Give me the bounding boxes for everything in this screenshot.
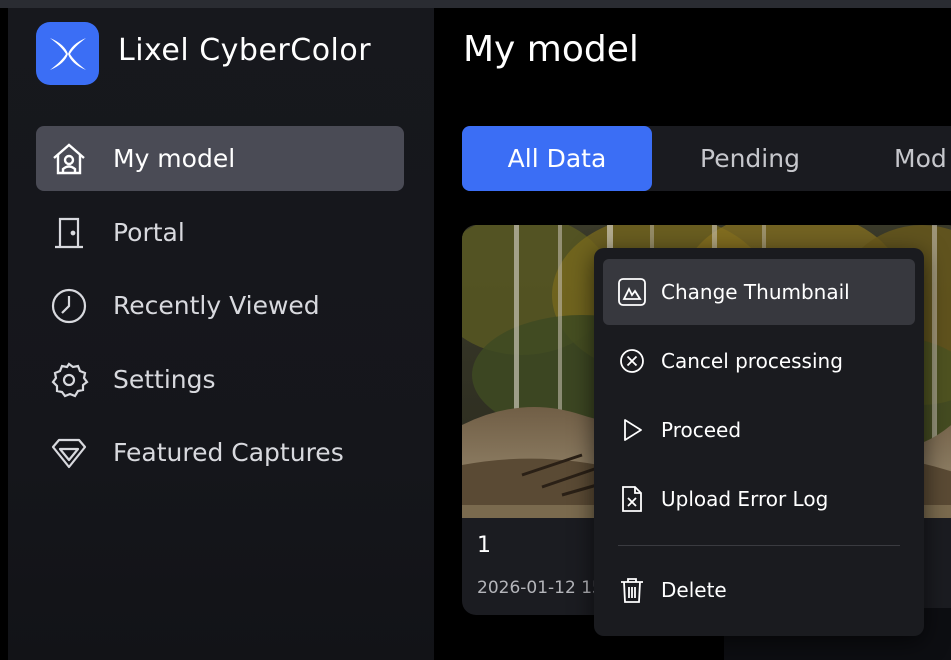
menu-item-label: Change Thumbnail <box>661 280 850 304</box>
image-icon <box>617 277 647 307</box>
menu-item-label: Cancel processing <box>661 349 843 373</box>
menu-item-label: Proceed <box>661 418 742 442</box>
sidebar-item-label: Recently Viewed <box>113 291 320 320</box>
tab-all-data[interactable]: All Data <box>462 126 652 191</box>
sidebar-item-recently-viewed[interactable]: Recently Viewed <box>36 273 404 338</box>
menu-item-upload-error-log[interactable]: Upload Error Log <box>603 466 915 532</box>
diamond-icon <box>49 433 89 473</box>
home-icon <box>49 139 89 179</box>
window-top-bar <box>0 0 951 8</box>
menu-item-cancel-processing[interactable]: Cancel processing <box>603 328 915 394</box>
menu-item-delete[interactable]: Delete <box>603 557 915 623</box>
sidebar-item-label: Settings <box>113 365 216 394</box>
sidebar-item-label: Portal <box>113 218 185 247</box>
sidebar-item-featured-captures[interactable]: Featured Captures <box>36 420 404 485</box>
menu-divider <box>618 545 900 546</box>
logo-icon <box>49 37 86 70</box>
app-logo <box>36 22 99 85</box>
tab-mod[interactable]: Mod <box>848 126 951 191</box>
sidebar-item-label: My model <box>113 144 236 173</box>
sidebar-item-settings[interactable]: Settings <box>36 347 404 412</box>
filter-tabs: All Data Pending Mod <box>462 126 951 191</box>
cancel-circle-icon <box>617 346 647 376</box>
page-title: My model <box>463 29 639 70</box>
tab-pending[interactable]: Pending <box>652 126 848 191</box>
menu-item-proceed[interactable]: Proceed <box>603 397 915 463</box>
app-title: Lixel CyberColor <box>118 33 372 68</box>
file-error-icon <box>617 484 647 514</box>
door-icon <box>49 213 89 253</box>
context-menu: Change Thumbnail Cancel processing Proce… <box>594 248 924 636</box>
sidebar-item-label: Featured Captures <box>113 438 344 467</box>
menu-item-change-thumbnail[interactable]: Change Thumbnail <box>603 259 915 325</box>
trash-icon <box>617 575 647 605</box>
menu-item-label: Upload Error Log <box>661 487 829 511</box>
play-icon <box>617 415 647 445</box>
sidebar-item-portal[interactable]: Portal <box>36 200 404 265</box>
sidebar: Lixel CyberColor My model Portal Recentl… <box>8 8 434 660</box>
menu-item-label: Delete <box>661 578 727 602</box>
model-date: 2026-01-12 15 <box>477 578 603 598</box>
model-name: 1 <box>477 533 491 558</box>
sidebar-item-my-model[interactable]: My model <box>36 126 404 191</box>
clock-icon <box>49 286 89 326</box>
gear-icon <box>49 360 89 400</box>
